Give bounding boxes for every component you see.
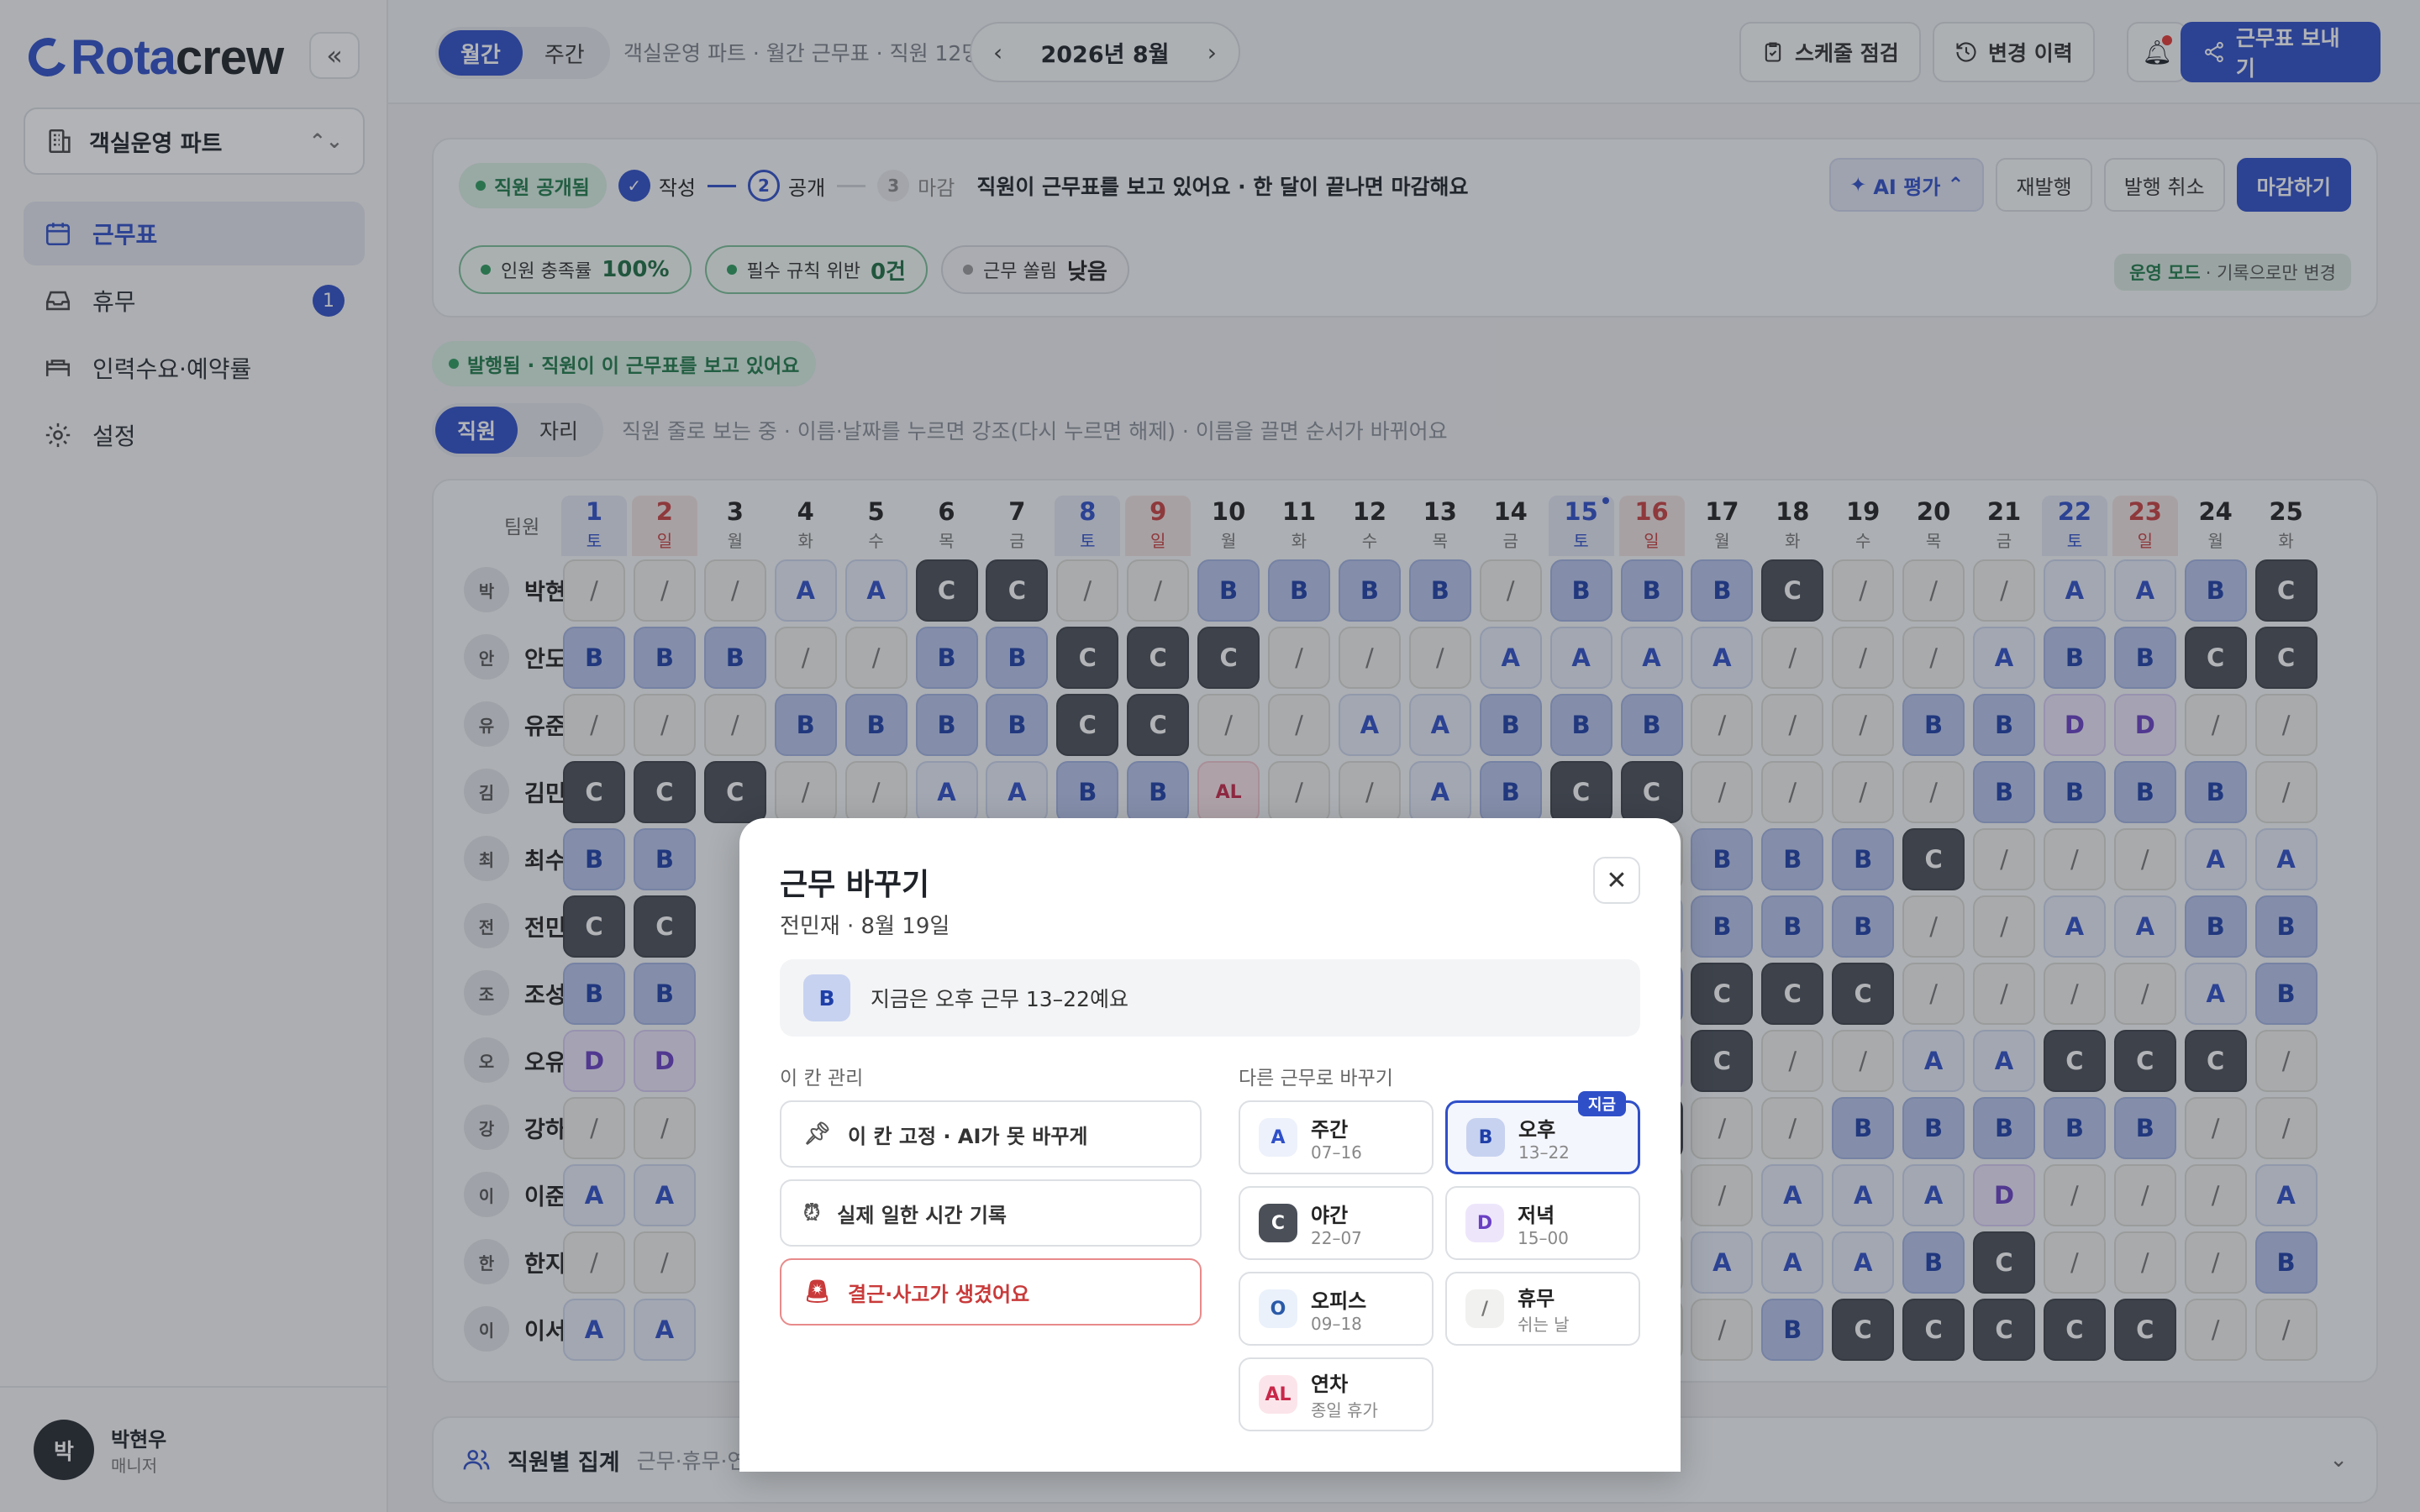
pin-icon: 📌︎ [803, 1121, 832, 1147]
shift-option-A[interactable]: A 주간 07–16 [1239, 1100, 1434, 1174]
report-absence-button[interactable]: 🚨︎ 결근·사고가 생겼어요 [780, 1258, 1202, 1326]
shift-option-O[interactable]: O 오피스 09–18 [1239, 1272, 1434, 1346]
shift-time: 09–18 [1311, 1313, 1362, 1334]
change-shift-dialog: 근무 바꾸기 전민재 · 8월 19일 ✕ B 지금은 오후 근무 13–22예… [739, 818, 1681, 1472]
pin-cell-button[interactable]: 📌︎ 이 칸 고정 · AI가 못 바꾸게 [780, 1100, 1202, 1168]
shift-option-/[interactable]: / 휴무쉬는 날 [1445, 1272, 1640, 1346]
change-shift-label: 다른 근무로 바꾸기 [1239, 1068, 1393, 1089]
shift-option-B[interactable]: B 오후 13–22 지금 [1445, 1091, 1640, 1174]
siren-icon: 🚨︎ [803, 1279, 832, 1305]
shift-code-badge: B [1466, 1118, 1505, 1157]
shift-name: 오후 [1518, 1117, 1556, 1142]
dialog-subtitle: 전민재 · 8월 19일 [780, 914, 950, 939]
shift-name: 오피스 [1311, 1289, 1367, 1313]
shift-name: 저녁 [1518, 1203, 1555, 1227]
cell-manage-label: 이 칸 관리 [780, 1068, 864, 1089]
shift-time: 07–16 [1311, 1142, 1362, 1163]
record-actual-hours-button[interactable]: ⏰︎ 실제 일한 시간 기록 [780, 1179, 1202, 1247]
current-shift-info: B 지금은 오후 근무 13–22예요 [780, 959, 1640, 1037]
shift-time: 쉬는 날 [1518, 1315, 1570, 1335]
current-tag: 지금 [1577, 1091, 1626, 1116]
current-shift-text: 지금은 오후 근무 13–22예요 [871, 987, 1128, 1011]
shift-name: 주간 [1311, 1117, 1349, 1142]
close-dialog-button[interactable]: ✕ [1593, 857, 1640, 904]
shift-name: 야간 [1311, 1203, 1349, 1227]
shift-code-badge: AL [1259, 1375, 1297, 1414]
shift-option-C[interactable]: C 야간 22–07 [1239, 1186, 1434, 1260]
shift-code-badge: C [1259, 1204, 1297, 1242]
close-icon: ✕ [1606, 865, 1628, 895]
shift-code-badge: A [1259, 1118, 1297, 1157]
shift-time: 22–07 [1311, 1227, 1362, 1248]
shift-option-D[interactable]: D 저녁 15–00 [1445, 1186, 1640, 1260]
shift-time: 종일 휴가 [1311, 1400, 1378, 1420]
dialog-title: 근무 바꾸기 [780, 868, 930, 902]
shift-time: 13–22 [1518, 1142, 1570, 1163]
shift-code-badge: D [1465, 1204, 1504, 1242]
shift-code-badge: / [1465, 1289, 1504, 1328]
shift-code-badge: O [1259, 1289, 1297, 1328]
action-label: 결근·사고가 생겼어요 [848, 1282, 1030, 1306]
action-label: 이 칸 고정 · AI가 못 바꾸게 [848, 1124, 1088, 1148]
shift-name: 휴무 [1518, 1287, 1555, 1310]
shift-time: 15–00 [1518, 1227, 1569, 1248]
shift-name: 연차 [1311, 1373, 1349, 1396]
alarm-clock-icon: ⏰︎ [803, 1200, 821, 1226]
shift-option-AL[interactable]: AL 연차종일 휴가 [1239, 1357, 1434, 1431]
action-label: 실제 일한 시간 기록 [837, 1203, 1007, 1227]
shift-code-badge: B [803, 974, 850, 1021]
